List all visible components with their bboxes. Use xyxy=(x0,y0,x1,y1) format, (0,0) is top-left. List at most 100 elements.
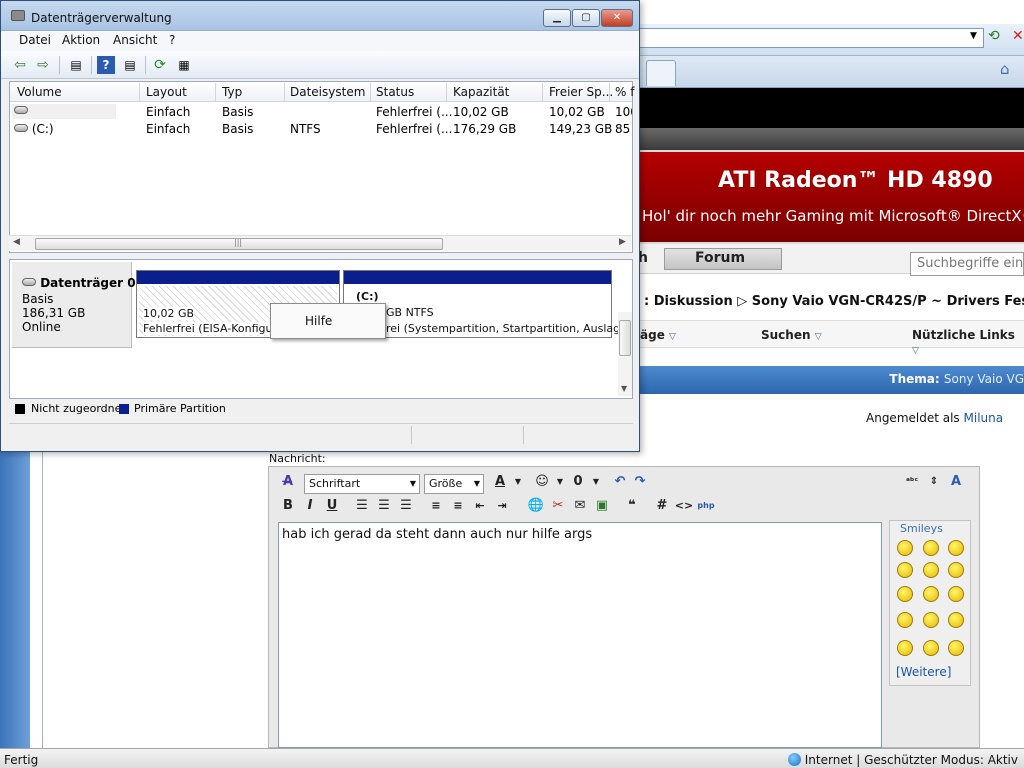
undo-icon[interactable]: ↶ xyxy=(610,472,630,492)
hash-icon[interactable]: # xyxy=(652,496,672,516)
chevron-down-icon[interactable]: ▼ xyxy=(508,472,528,492)
maximize-button[interactable]: ▢ xyxy=(572,9,600,27)
unlink-icon[interactable]: ✂ xyxy=(548,496,568,516)
properties-icon[interactable]: ▤ xyxy=(121,56,139,74)
home-icon[interactable]: ⌂ xyxy=(1000,60,1010,78)
menu-ansicht[interactable]: Ansicht xyxy=(113,33,157,47)
settings-icon[interactable]: ▦ xyxy=(175,56,193,74)
address-bar[interactable] xyxy=(620,28,984,48)
code-icon[interactable]: <> xyxy=(674,496,694,516)
quote-icon[interactable]: ❝ xyxy=(622,496,642,516)
console-tree-icon[interactable]: ▤ xyxy=(67,56,85,74)
context-item-hilfe[interactable]: Hilfe xyxy=(275,310,381,332)
underline-icon[interactable]: U xyxy=(322,496,342,516)
tool-item-links[interactable]: Nützliche Links xyxy=(912,328,1015,342)
smiley-icon[interactable] xyxy=(923,540,939,556)
scroll-down-icon[interactable]: ▼ xyxy=(621,384,627,393)
column-separator[interactable] xyxy=(370,83,371,101)
smiley-icon[interactable] xyxy=(897,562,913,578)
size-select[interactable]: Größe ▼ xyxy=(424,474,484,494)
smiley-icon[interactable] xyxy=(923,586,939,602)
column-separator[interactable] xyxy=(215,83,216,101)
link-icon[interactable]: 🌐 xyxy=(526,496,546,516)
attachment-icon[interactable]: 0 xyxy=(568,472,588,492)
back-icon[interactable]: ⇦ xyxy=(11,56,29,74)
forward-icon[interactable]: ⇨ xyxy=(34,56,52,74)
column-separator[interactable] xyxy=(139,83,140,101)
smiley-icon[interactable] xyxy=(923,640,939,656)
scroll-left-icon[interactable]: ◀ xyxy=(13,237,20,247)
menu-item-forum[interactable]: Forum xyxy=(664,248,782,270)
font-select[interactable]: Schriftart ▼ xyxy=(304,474,420,494)
spellcheck-icon[interactable]: ᵃᵇᶜ xyxy=(902,472,922,492)
scrollbar-thumb[interactable]: ||| xyxy=(35,238,443,250)
column-volume[interactable]: Volume xyxy=(17,85,62,99)
minimize-button[interactable]: ▁ xyxy=(543,9,571,27)
menu-aktion[interactable]: Aktion xyxy=(62,33,100,47)
outdent-icon[interactable]: ⇤ xyxy=(470,496,490,516)
column-separator[interactable] xyxy=(284,83,285,101)
stop-icon[interactable]: ✕ xyxy=(1012,28,1024,44)
indent-icon[interactable]: ⇥ xyxy=(492,496,512,516)
address-dropdown-icon[interactable]: ▼ xyxy=(970,31,977,41)
menu-help[interactable]: ? xyxy=(169,33,175,47)
smiley-icon[interactable] xyxy=(923,612,939,628)
email-icon[interactable]: ✉ xyxy=(570,496,590,516)
menu-datei[interactable]: Datei xyxy=(19,33,51,47)
table-row[interactable]: Einfach Basis Fehlerfrei (... 10,02 GB 1… xyxy=(10,103,632,120)
column-kapazitaet[interactable]: Kapazität xyxy=(453,85,509,99)
column-percent-free[interactable]: % f xyxy=(615,85,634,99)
disk-0-label[interactable]: Datenträger 0 Basis 186,31 GB Online xyxy=(12,262,136,348)
message-textarea[interactable]: hab ich gerad da steht dann auch nur hil… xyxy=(278,522,882,748)
smiley-icon[interactable] xyxy=(948,540,964,556)
column-layout[interactable]: Layout xyxy=(146,85,187,99)
php-icon[interactable]: php xyxy=(696,496,716,516)
align-left-icon[interactable]: ☰ xyxy=(352,496,372,516)
bold-icon[interactable]: B xyxy=(278,496,298,516)
image-icon[interactable]: ▣ xyxy=(592,496,612,516)
clear-format-icon[interactable]: A̶ xyxy=(278,472,298,492)
refresh-icon[interactable]: ⟲ xyxy=(988,28,1000,44)
smiley-icon[interactable] xyxy=(948,640,964,656)
scrollbar-thumb[interactable] xyxy=(619,320,631,356)
search-input[interactable]: Suchbegriffe eing xyxy=(910,252,1024,276)
smiley-icon[interactable] xyxy=(948,586,964,602)
font-color-icon[interactable]: A xyxy=(490,472,510,492)
help-icon[interactable]: ? xyxy=(97,56,115,74)
redo-icon[interactable]: ↷ xyxy=(630,472,650,492)
column-status[interactable]: Status xyxy=(376,85,414,99)
column-separator[interactable] xyxy=(542,83,543,101)
align-right-icon[interactable]: ☰ xyxy=(396,496,416,516)
window-titlebar[interactable]: Datenträgerverwaltung ▁ ▢ ✕ xyxy=(1,1,639,31)
ad-banner[interactable] xyxy=(620,150,1024,244)
column-separator[interactable] xyxy=(609,83,610,101)
refresh-icon[interactable]: ⟳ xyxy=(151,56,169,74)
smiley-icon[interactable] xyxy=(897,540,913,556)
column-dateisystem[interactable]: Dateisystem xyxy=(290,85,365,99)
smiley-icon[interactable]: ☺ xyxy=(532,472,552,492)
scroll-right-icon[interactable]: ▶ xyxy=(619,237,626,247)
column-typ[interactable]: Typ xyxy=(222,85,242,99)
smiley-icon[interactable] xyxy=(923,562,939,578)
resize-icon[interactable]: ⇕ xyxy=(924,472,944,492)
tool-item-1[interactable]: äge xyxy=(640,328,665,342)
column-separator[interactable] xyxy=(446,83,447,101)
smiley-icon[interactable] xyxy=(948,612,964,628)
column-freier-speicher[interactable]: Freier Sp... xyxy=(549,85,613,99)
switch-mode-icon[interactable]: A xyxy=(946,472,966,492)
horizontal-scrollbar[interactable]: ◀ ||| ▶ xyxy=(9,235,631,251)
tool-item-search[interactable]: Suchen xyxy=(761,328,811,342)
close-button[interactable]: ✕ xyxy=(601,9,633,27)
unordered-list-icon[interactable]: ≡ xyxy=(448,496,468,516)
smiley-icon[interactable] xyxy=(948,562,964,578)
smiley-icon[interactable] xyxy=(897,612,913,628)
more-smileys-link[interactable]: [Weitere] xyxy=(896,665,951,679)
browser-tab[interactable] xyxy=(646,60,676,86)
smiley-icon[interactable] xyxy=(897,640,913,656)
italic-icon[interactable]: I xyxy=(300,496,320,516)
ordered-list-icon[interactable]: ≡ xyxy=(426,496,446,516)
login-user-link[interactable]: Miluna xyxy=(964,411,1004,425)
chevron-down-icon[interactable]: ▼ xyxy=(586,472,606,492)
table-row[interactable]: (C:) Einfach Basis NTFS Fehlerfrei (... … xyxy=(10,120,632,137)
smiley-icon[interactable] xyxy=(897,586,913,602)
